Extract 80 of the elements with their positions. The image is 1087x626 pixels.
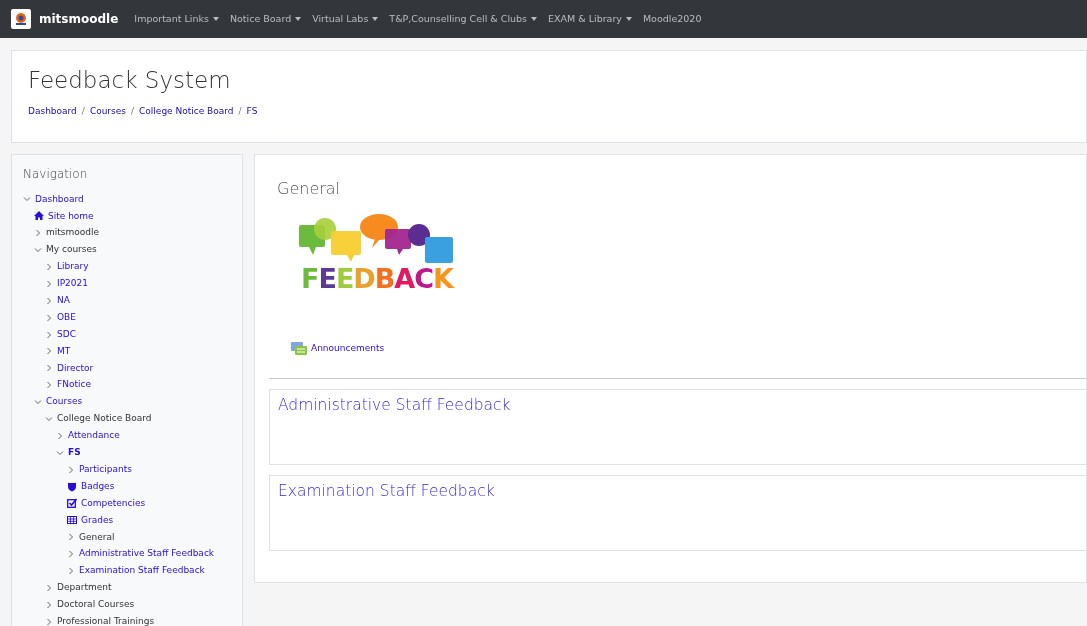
section-title: General — [277, 178, 342, 200]
chevron-right-icon[interactable] — [34, 229, 42, 238]
chevron-right-icon[interactable] — [67, 465, 75, 474]
section-title-link[interactable]: Examination Staff Feedback — [278, 482, 495, 500]
tree-item[interactable]: General — [79, 530, 115, 544]
section-title-link[interactable]: Administrative Staff Feedback — [278, 396, 511, 414]
activity-link[interactable]: Announcements — [311, 342, 385, 356]
chevron-right-icon[interactable] — [67, 550, 75, 559]
chevron-right-icon[interactable] — [45, 347, 53, 356]
checkbox-icon — [67, 498, 77, 509]
tree-item[interactable]: MT — [57, 344, 71, 359]
chevron-right-icon[interactable] — [45, 381, 53, 390]
chevron-down-icon[interactable] — [34, 246, 42, 255]
tree-item[interactable]: SDC — [57, 327, 76, 342]
tree-item[interactable]: OBE — [57, 310, 76, 325]
caret-icon[interactable] — [212, 17, 219, 21]
breadcrumb-link[interactable]: Courses — [89, 104, 126, 119]
page-title: Feedback System — [28, 67, 232, 95]
breadcrumb-link[interactable]: Dashboard — [28, 104, 77, 119]
chevron-right-icon[interactable] — [56, 431, 64, 440]
tree-item[interactable]: Grades — [81, 513, 114, 528]
tree-item[interactable]: My courses — [46, 243, 97, 257]
nav-menu-link[interactable]: Moodle2020 — [642, 11, 702, 27]
chevron-right-icon[interactable] — [67, 567, 75, 576]
tree-item[interactable]: Professional Trainings — [57, 614, 155, 626]
breadcrumb-link[interactable]: FS — [246, 104, 258, 119]
chevron-down-icon[interactable] — [45, 415, 53, 423]
brand-logo[interactable] — [11, 9, 31, 29]
nav-menu-link[interactable]: Virtual Labs — [312, 11, 379, 27]
breadcrumb-separator: / — [238, 104, 242, 118]
block-title: Navigation — [23, 166, 89, 183]
breadcrumb-separator: / — [81, 104, 85, 118]
logo-text: FEEDBACK — [300, 265, 453, 292]
tree-item[interactable]: FS — [68, 446, 81, 460]
chevron-right-icon[interactable] — [45, 296, 53, 305]
nav-menu-link[interactable]: T&P,Counselling Cell & Clubs — [389, 11, 538, 27]
chevron-right-icon[interactable] — [45, 600, 53, 609]
tree-item[interactable]: Participants — [79, 462, 132, 477]
chevron-right-icon[interactable] — [45, 279, 53, 288]
chevron-down-icon[interactable] — [56, 448, 64, 457]
tree-item[interactable]: Examination Staff Feedback — [79, 564, 205, 578]
tree-item[interactable]: IP2021 — [57, 277, 88, 291]
chevron-down-icon[interactable] — [34, 398, 42, 407]
chevron-right-icon[interactable] — [45, 617, 53, 626]
home-icon — [34, 211, 44, 222]
caret-icon[interactable] — [531, 17, 538, 21]
chevron-right-icon[interactable] — [45, 330, 53, 339]
tree-item[interactable]: Dashboard — [35, 192, 84, 207]
chevron-right-icon[interactable] — [45, 313, 53, 322]
breadcrumb-link[interactable]: College Notice Board — [139, 104, 234, 119]
tree-item[interactable]: Attendance — [68, 429, 120, 443]
tree-item[interactable]: Badges — [81, 479, 115, 494]
brand-name[interactable]: mitsmoodle — [39, 10, 119, 28]
caret-icon[interactable] — [295, 17, 302, 21]
chevron-right-icon[interactable] — [67, 533, 75, 542]
table-icon — [67, 515, 77, 526]
shield-icon — [67, 481, 77, 492]
chevron-down-icon[interactable] — [23, 195, 31, 204]
tree-item[interactable]: Administrative Staff Feedback — [79, 547, 215, 561]
caret-icon[interactable] — [625, 17, 632, 21]
tree-item[interactable]: FNotice — [57, 378, 91, 392]
tree-item[interactable]: Competencies — [81, 496, 146, 511]
breadcrumb-separator: / — [131, 104, 135, 118]
chevron-right-icon[interactable] — [45, 263, 53, 271]
tree-item[interactable]: College Notice Board — [57, 412, 152, 426]
tree-item[interactable]: Department — [57, 581, 112, 595]
forum-icon — [291, 342, 307, 356]
tree-item[interactable]: mitsmoodle — [46, 226, 99, 240]
nav-menu-link[interactable]: Notice Board — [229, 11, 302, 27]
chevron-right-icon[interactable] — [45, 364, 53, 373]
tree-item[interactable]: Site home — [48, 209, 94, 224]
tree-item[interactable]: Director — [57, 361, 94, 376]
nav-menu-link[interactable]: EXAM & Library — [548, 11, 632, 27]
tree-item[interactable]: Courses — [46, 395, 83, 409]
tree-item[interactable]: Library — [57, 260, 89, 274]
nav-menu-link[interactable]: Important Links — [134, 11, 219, 27]
tree-item[interactable]: NA — [57, 294, 70, 308]
tree-item[interactable]: Doctoral Courses — [57, 598, 135, 612]
caret-icon[interactable] — [372, 17, 379, 21]
chevron-right-icon[interactable] — [45, 583, 53, 592]
